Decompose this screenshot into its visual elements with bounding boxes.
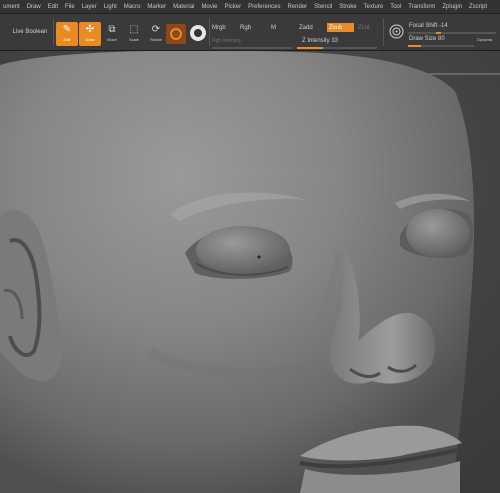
menu-item-picker[interactable]: Picker [221, 4, 245, 10]
focal-shift-slider-label[interactable]: Focal Shift -14 [409, 23, 448, 29]
focal-shift-slider[interactable] [408, 32, 496, 34]
menu-item-draw[interactable]: Draw [24, 4, 45, 10]
focal-shift-icon[interactable] [389, 24, 404, 39]
brush-cursor [257, 255, 261, 259]
menu-item-edit[interactable]: Edit [45, 4, 62, 10]
right-eyeball [406, 209, 470, 257]
rotate-icon: ⟳ [151, 24, 161, 35]
rgb-intensity-slider-label[interactable]: Rgb Intensity [212, 38, 241, 44]
texture-icon [194, 29, 202, 37]
live-boolean-button[interactable]: Live Boolean [10, 25, 50, 38]
menu-item-material[interactable]: Material [170, 4, 198, 10]
head-sculpt-render [0, 51, 500, 493]
menu-item-file[interactable]: File [62, 4, 79, 10]
menu-item-movie[interactable]: Movie [198, 4, 221, 10]
draw-button-label: Draw [85, 37, 95, 42]
move-button[interactable]: ⧉ Move [101, 22, 123, 46]
menu-item-texture[interactable]: Texture [361, 4, 388, 10]
edit-button[interactable]: ✎ Edit [56, 22, 78, 46]
menu-item-zscript[interactable]: Zscript [466, 4, 491, 10]
move-button-label: Move [107, 37, 117, 42]
rgb-button[interactable]: Rgb [240, 25, 251, 31]
zadd-button[interactable]: Zadd [299, 25, 313, 31]
scale-button-label: Scale [128, 37, 139, 42]
menu-item-stencil[interactable]: Stencil [311, 4, 336, 10]
menu-item-marker[interactable]: Marker [144, 4, 170, 10]
zcut-button[interactable]: Zcut [358, 25, 370, 31]
rotate-button[interactable]: ⟳ Rotate [145, 22, 167, 46]
focal-shift-slider-fill [436, 32, 441, 34]
z-intensity-slider-label[interactable]: Z Intensity 33 [302, 38, 338, 44]
draw-button[interactable]: ✣ Draw [79, 22, 101, 46]
canvas-viewport[interactable] [0, 51, 500, 493]
scale-icon: ⬚ [129, 24, 139, 35]
menu-bar: ument Draw Edit File Layer Light Macro Marker Ma… [0, 0, 500, 14]
edit-button-label: Edit [63, 37, 71, 42]
toolbar-divider [53, 18, 54, 46]
toolbar-divider [383, 18, 384, 46]
menu-item-macro[interactable]: Macro [121, 4, 145, 10]
dynamic-button[interactable]: Dynamic [477, 37, 493, 42]
menu-item-transform[interactable]: Transform [405, 4, 439, 10]
menu-item-ument[interactable]: ument [0, 4, 24, 10]
left-eyeball [196, 226, 290, 274]
menu-item-stroke[interactable]: Stroke [336, 4, 360, 10]
edit-icon: ✎ [62, 24, 72, 35]
menu-item-render[interactable]: Render [284, 4, 311, 10]
material-sphere-icon [170, 28, 182, 40]
z-intensity-slider-fill [297, 47, 323, 49]
m-button[interactable]: M [271, 25, 276, 31]
top-toolbar: Live Boolean ✎ Edit ✣ Draw ⧉ Move ⬚ Scal… [0, 14, 500, 51]
rgb-intensity-slider[interactable] [212, 47, 292, 49]
scale-button[interactable]: ⬚ Scale [123, 22, 145, 46]
draw-size-slider-label[interactable]: Draw Size 80 [409, 36, 445, 42]
draw-size-slider-fill [408, 45, 421, 47]
move-icon: ⧉ [108, 24, 116, 35]
menu-item-tool[interactable]: Tool [387, 4, 405, 10]
draw-icon: ✣ [85, 24, 95, 35]
menu-item-preferences[interactable]: Preferences [245, 4, 284, 10]
mrgb-button[interactable]: Mrgb [212, 25, 226, 31]
rotate-button-label: Rotate [150, 37, 162, 42]
toolbar-divider [209, 18, 210, 46]
menu-item-zplugin[interactable]: Zplugin [439, 4, 466, 10]
material-swatch[interactable] [166, 24, 186, 44]
menu-item-light[interactable]: Light [101, 4, 121, 10]
zsub-button[interactable]: Zsub [327, 23, 354, 32]
menu-item-layer[interactable]: Layer [79, 4, 101, 10]
texture-toggle[interactable] [190, 25, 206, 41]
